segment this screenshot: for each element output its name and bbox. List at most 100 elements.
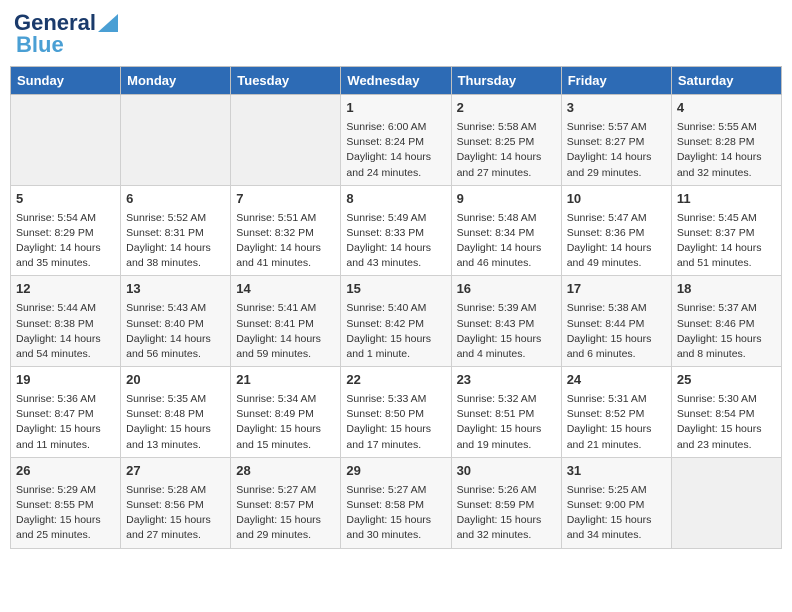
calendar-day-11: 11Sunrise: 5:45 AMSunset: 8:37 PMDayligh…: [671, 185, 781, 276]
sunset-text: Sunset: 8:24 PM: [346, 136, 424, 148]
sunset-text: Sunset: 8:50 PM: [346, 408, 424, 420]
sunset-text: Sunset: 8:47 PM: [16, 408, 94, 420]
daylight-text: Daylight: 15 hours and 34 minutes.: [567, 514, 652, 541]
calendar-day-20: 20Sunrise: 5:35 AMSunset: 8:48 PMDayligh…: [121, 367, 231, 458]
calendar-day-12: 12Sunrise: 5:44 AMSunset: 8:38 PMDayligh…: [11, 276, 121, 367]
sunrise-text: Sunrise: 5:38 AM: [567, 302, 647, 314]
day-number: 4: [677, 99, 776, 118]
calendar-empty-cell: [231, 95, 341, 186]
calendar-week-row: 12Sunrise: 5:44 AMSunset: 8:38 PMDayligh…: [11, 276, 782, 367]
calendar-day-27: 27Sunrise: 5:28 AMSunset: 8:56 PMDayligh…: [121, 457, 231, 548]
day-number: 13: [126, 280, 225, 299]
sunrise-text: Sunrise: 5:35 AM: [126, 393, 206, 405]
sunset-text: Sunset: 8:31 PM: [126, 227, 204, 239]
daylight-text: Daylight: 14 hours and 41 minutes.: [236, 242, 321, 269]
calendar-day-28: 28Sunrise: 5:27 AMSunset: 8:57 PMDayligh…: [231, 457, 341, 548]
day-number: 29: [346, 462, 445, 481]
sunrise-text: Sunrise: 5:27 AM: [236, 484, 316, 496]
sunrise-text: Sunrise: 5:47 AM: [567, 212, 647, 224]
daylight-text: Daylight: 14 hours and 49 minutes.: [567, 242, 652, 269]
daylight-text: Daylight: 15 hours and 17 minutes.: [346, 423, 431, 450]
sunrise-text: Sunrise: 5:44 AM: [16, 302, 96, 314]
sunrise-text: Sunrise: 6:00 AM: [346, 121, 426, 133]
daylight-text: Daylight: 15 hours and 19 minutes.: [457, 423, 542, 450]
logo-icon: [98, 10, 118, 32]
sunset-text: Sunset: 8:33 PM: [346, 227, 424, 239]
calendar-day-2: 2Sunrise: 5:58 AMSunset: 8:25 PMDaylight…: [451, 95, 561, 186]
sunset-text: Sunset: 8:32 PM: [236, 227, 314, 239]
sunset-text: Sunset: 8:38 PM: [16, 318, 94, 330]
day-number: 8: [346, 190, 445, 209]
daylight-text: Daylight: 15 hours and 15 minutes.: [236, 423, 321, 450]
daylight-text: Daylight: 14 hours and 24 minutes.: [346, 151, 431, 178]
sunset-text: Sunset: 8:55 PM: [16, 499, 94, 511]
calendar-day-23: 23Sunrise: 5:32 AMSunset: 8:51 PMDayligh…: [451, 367, 561, 458]
sunset-text: Sunset: 8:25 PM: [457, 136, 535, 148]
sunset-text: Sunset: 9:00 PM: [567, 499, 645, 511]
calendar-day-14: 14Sunrise: 5:41 AMSunset: 8:41 PMDayligh…: [231, 276, 341, 367]
sunset-text: Sunset: 8:28 PM: [677, 136, 755, 148]
calendar-day-15: 15Sunrise: 5:40 AMSunset: 8:42 PMDayligh…: [341, 276, 451, 367]
calendar-day-16: 16Sunrise: 5:39 AMSunset: 8:43 PMDayligh…: [451, 276, 561, 367]
sunrise-text: Sunrise: 5:26 AM: [457, 484, 537, 496]
calendar-week-row: 26Sunrise: 5:29 AMSunset: 8:55 PMDayligh…: [11, 457, 782, 548]
day-number: 30: [457, 462, 556, 481]
sunrise-text: Sunrise: 5:32 AM: [457, 393, 537, 405]
day-number: 3: [567, 99, 666, 118]
calendar-day-13: 13Sunrise: 5:43 AMSunset: 8:40 PMDayligh…: [121, 276, 231, 367]
day-number: 27: [126, 462, 225, 481]
sunrise-text: Sunrise: 5:55 AM: [677, 121, 757, 133]
day-number: 31: [567, 462, 666, 481]
sunset-text: Sunset: 8:57 PM: [236, 499, 314, 511]
calendar-empty-cell: [11, 95, 121, 186]
sunrise-text: Sunrise: 5:39 AM: [457, 302, 537, 314]
daylight-text: Daylight: 14 hours and 38 minutes.: [126, 242, 211, 269]
header-day-sunday: Sunday: [11, 67, 121, 95]
daylight-text: Daylight: 14 hours and 51 minutes.: [677, 242, 762, 269]
calendar-day-1: 1 Sunrise: 6:00 AM Sunset: 8:24 PM Daylight…: [341, 95, 451, 186]
calendar-day-4: 4Sunrise: 5:55 AMSunset: 8:28 PMDaylight…: [671, 95, 781, 186]
sunset-text: Sunset: 8:58 PM: [346, 499, 424, 511]
calendar-day-26: 26Sunrise: 5:29 AMSunset: 8:55 PMDayligh…: [11, 457, 121, 548]
sunrise-text: Sunrise: 5:43 AM: [126, 302, 206, 314]
day-number: 26: [16, 462, 115, 481]
calendar-header-row: SundayMondayTuesdayWednesdayThursdayFrid…: [11, 67, 782, 95]
sunrise-text: Sunrise: 5:37 AM: [677, 302, 757, 314]
daylight-text: Daylight: 15 hours and 6 minutes.: [567, 333, 652, 360]
daylight-text: Daylight: 15 hours and 4 minutes.: [457, 333, 542, 360]
day-number: 1: [346, 99, 445, 118]
daylight-text: Daylight: 15 hours and 13 minutes.: [126, 423, 211, 450]
calendar-day-8: 8 Sunrise: 5:49 AM Sunset: 8:33 PM Daylight…: [341, 185, 451, 276]
sunrise-text: Sunrise: 5:25 AM: [567, 484, 647, 496]
calendar-week-row: 5Sunrise: 5:54 AMSunset: 8:29 PMDaylight…: [11, 185, 782, 276]
sunrise-text: Sunrise: 5:45 AM: [677, 212, 757, 224]
sunrise-text: Sunrise: 5:49 AM: [346, 212, 426, 224]
sunset-text: Sunset: 8:54 PM: [677, 408, 755, 420]
daylight-text: Daylight: 15 hours and 27 minutes.: [126, 514, 211, 541]
sunset-text: Sunset: 8:52 PM: [567, 408, 645, 420]
day-number: 17: [567, 280, 666, 299]
sunrise-text: Sunrise: 5:41 AM: [236, 302, 316, 314]
sunrise-text: Sunrise: 5:54 AM: [16, 212, 96, 224]
calendar-day-19: 19Sunrise: 5:36 AMSunset: 8:47 PMDayligh…: [11, 367, 121, 458]
daylight-text: Daylight: 15 hours and 25 minutes.: [16, 514, 101, 541]
header-day-saturday: Saturday: [671, 67, 781, 95]
sunrise-text: Sunrise: 5:48 AM: [457, 212, 537, 224]
daylight-text: Daylight: 14 hours and 43 minutes.: [346, 242, 431, 269]
day-number: 21: [236, 371, 335, 390]
sunset-text: Sunset: 8:46 PM: [677, 318, 755, 330]
sunset-text: Sunset: 8:42 PM: [346, 318, 424, 330]
daylight-text: Daylight: 15 hours and 21 minutes.: [567, 423, 652, 450]
sunrise-text: Sunrise: 5:52 AM: [126, 212, 206, 224]
daylight-text: Daylight: 14 hours and 56 minutes.: [126, 333, 211, 360]
day-number: 28: [236, 462, 335, 481]
calendar-day-31: 31 Sunrise: 5:25 AM Sunset: 9:00 PM Dayligh…: [561, 457, 671, 548]
sunset-text: Sunset: 8:59 PM: [457, 499, 535, 511]
daylight-text: Daylight: 14 hours and 35 minutes.: [16, 242, 101, 269]
day-number: 2: [457, 99, 556, 118]
daylight-text: Daylight: 15 hours and 30 minutes.: [346, 514, 431, 541]
calendar-day-30: 30Sunrise: 5:26 AMSunset: 8:59 PMDayligh…: [451, 457, 561, 548]
sunrise-text: Sunrise: 5:30 AM: [677, 393, 757, 405]
day-number: 14: [236, 280, 335, 299]
day-number: 5: [16, 190, 115, 209]
